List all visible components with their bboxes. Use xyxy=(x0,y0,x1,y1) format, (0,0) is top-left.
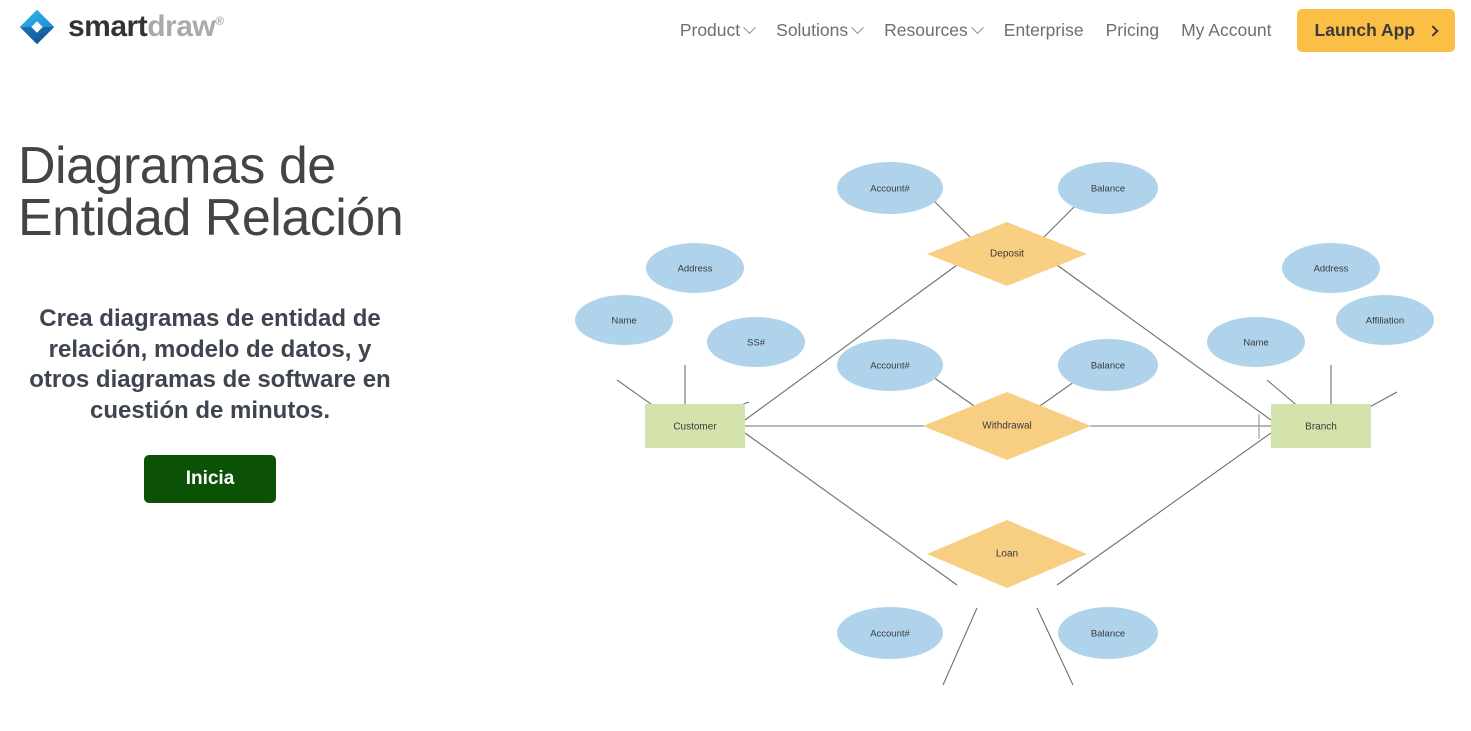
nav-item-product[interactable]: Product xyxy=(669,20,765,41)
nav-item-my-account[interactable]: My Account xyxy=(1170,20,1282,41)
attribute-deposit-account[interactable]: Account# xyxy=(837,162,943,214)
nav-item-resources[interactable]: Resources xyxy=(873,20,993,41)
attribute-customer-name[interactable]: Name xyxy=(575,295,673,345)
nav-item-pricing-label: Pricing xyxy=(1105,20,1160,40)
attribute-loan-account-label: Account# xyxy=(870,629,910,640)
attribute-branch-affiliation-label: Affiliation xyxy=(1366,316,1404,327)
nav-item-my-account-label: My Account xyxy=(1181,20,1272,40)
brand-wordmark: smartdraw® xyxy=(68,12,224,42)
cta-container: Inicia xyxy=(0,454,420,503)
nav-item-product-label: Product xyxy=(679,20,741,40)
nav-item-resources-label: Resources xyxy=(884,20,968,40)
attribute-branch-affiliation[interactable]: Affiliation xyxy=(1336,295,1434,345)
hero-subtitle: Crea diagramas de entidad de relación, m… xyxy=(29,305,391,425)
attribute-deposit-balance[interactable]: Balance xyxy=(1058,162,1158,214)
attribute-customer-name-label: Name xyxy=(611,316,636,327)
start-button[interactable]: Inicia xyxy=(143,454,277,503)
nav-item-pricing[interactable]: Pricing xyxy=(1095,20,1171,41)
launch-app-button[interactable]: Launch App xyxy=(1296,9,1455,52)
attribute-deposit-account-label: Account# xyxy=(870,184,910,195)
smartdraw-diamond-logo-icon xyxy=(18,8,56,46)
brand-logo-link[interactable]: smartdraw® xyxy=(18,8,224,46)
attribute-branch-name[interactable]: Name xyxy=(1207,317,1305,367)
attribute-withdrawal-balance-label: Balance xyxy=(1091,361,1125,372)
chevron-down-icon xyxy=(743,21,757,35)
attribute-customer-address[interactable]: Address xyxy=(646,243,744,293)
entity-customer[interactable]: Customer xyxy=(645,404,745,448)
attribute-branch-address[interactable]: Address xyxy=(1282,243,1380,293)
attribute-withdrawal-account[interactable]: Account# xyxy=(837,339,943,391)
relationship-deposit[interactable]: Deposit xyxy=(927,222,1087,286)
relationship-withdrawal-label: Withdrawal xyxy=(982,421,1031,432)
nav-item-solutions-label: Solutions xyxy=(776,20,849,40)
relationship-deposit-label: Deposit xyxy=(990,249,1024,260)
relationship-loan[interactable]: Loan xyxy=(927,520,1087,588)
chevron-down-icon xyxy=(851,21,865,35)
entity-branch-label: Branch xyxy=(1305,422,1337,433)
attribute-withdrawal-account-label: Account# xyxy=(870,361,910,372)
nav-item-enterprise-label: Enterprise xyxy=(1003,20,1084,40)
site-header: smartdraw® Product Solutions Resources E… xyxy=(0,0,1471,61)
attribute-branch-name-label: Name xyxy=(1243,338,1268,349)
chevron-right-icon xyxy=(1427,24,1439,37)
attribute-withdrawal-balance[interactable]: Balance xyxy=(1058,339,1158,391)
relationship-loan-label: Loan xyxy=(996,549,1018,560)
main-navigation: Product Solutions Resources Enterprise P… xyxy=(669,0,1455,61)
attribute-branch-address-label: Address xyxy=(1314,264,1349,275)
launch-app-label: Launch App xyxy=(1314,20,1415,40)
attribute-customer-ss[interactable]: SS# xyxy=(707,317,805,367)
relationship-withdrawal[interactable]: Withdrawal xyxy=(923,392,1091,460)
er-diagram: Account# Balance Deposit Address Name SS… xyxy=(545,130,1471,690)
attribute-loan-balance-label: Balance xyxy=(1091,629,1125,640)
page-title: Diagramas de Entidad Relación xyxy=(18,137,404,247)
brand-word-smart: smart xyxy=(68,10,148,43)
attribute-loan-account[interactable]: Account# xyxy=(837,607,943,659)
entity-customer-label: Customer xyxy=(673,422,717,433)
brand-word-draw: draw xyxy=(147,10,216,43)
er-diagram-canvas: Account# Balance Deposit Address Name SS… xyxy=(575,162,1434,686)
attribute-deposit-balance-label: Balance xyxy=(1091,184,1125,195)
attribute-customer-address-label: Address xyxy=(678,264,713,275)
attribute-loan-balance[interactable]: Balance xyxy=(1058,607,1158,659)
attribute-customer-ss-label: SS# xyxy=(747,338,766,349)
nav-item-solutions[interactable]: Solutions xyxy=(765,20,873,41)
chevron-down-icon xyxy=(970,21,984,35)
brand-trademark: ® xyxy=(215,14,224,28)
nav-item-enterprise[interactable]: Enterprise xyxy=(993,20,1095,41)
hero-section: Diagramas de Entidad Relación Crea diagr… xyxy=(0,140,420,503)
entity-branch[interactable]: Branch xyxy=(1271,404,1371,448)
